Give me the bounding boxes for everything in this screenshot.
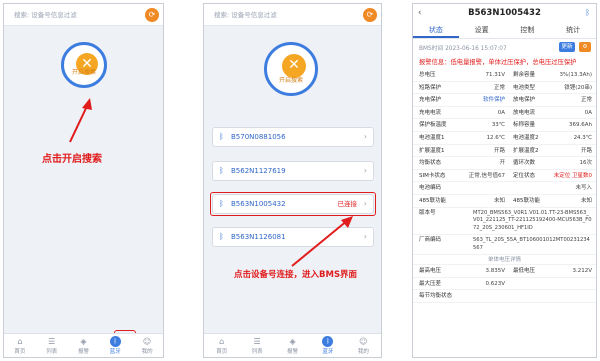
table-row: 485联功能 未知 485联功能 未知 [413, 195, 596, 208]
table-row: 电池温度1 12.6℃ 电池温度2 24.3℃ [413, 132, 596, 145]
tab-settings[interactable]: 设置 [459, 22, 505, 38]
bluetooth-icon: ᛒ [322, 336, 334, 347]
table-row: SIM卡状态 正常,信号值67 定位状态 未定位 卫星数0 [413, 170, 596, 183]
section-title: 单体电压详情 [413, 255, 596, 266]
tab-bluetooth[interactable]: ᛒ 蓝牙 [310, 334, 345, 357]
scan-label: 开启搜索 [278, 77, 303, 84]
list-icon: ☰ [48, 337, 56, 346]
table-row: 总电压 71.31V 剩余容量 3%(13.3Ah) [413, 69, 596, 82]
tab-home[interactable]: ⌂ 首页 [204, 334, 239, 357]
tab-stats[interactable]: 统计 [550, 22, 596, 38]
user-icon: ☺ [359, 337, 368, 346]
table-row: 每节均衡状态 [413, 290, 596, 303]
search-input[interactable]: 搜索: 设备号信息过滤 [208, 9, 358, 21]
phone-bms-status: ‹ B563N1005432 ᛒ 状态 设置 控制 统计 BMS时间 2023-… [412, 3, 597, 358]
start-scan-button[interactable]: ✕ 开启搜索 [61, 42, 107, 88]
back-icon[interactable]: ‹ [418, 4, 421, 22]
tab-mine[interactable]: ☺ 我的 [131, 334, 163, 357]
search-input[interactable]: 搜索: 设备号信息过滤 [8, 9, 133, 21]
table-row: 均衡状态开循环次数 16次 [413, 157, 596, 170]
bottom-tabbar: ⌂ 首页 ☰ 列表 ◈ 报警 ᛒ 蓝牙 ☺ 我的 [4, 333, 163, 357]
tab-status[interactable]: 状态 [413, 22, 459, 38]
list-icon: ☰ [253, 337, 261, 346]
bms-time: BMS时间 2023-06-16 15:07:07 [419, 46, 507, 52]
instruction-note-1: 点击开启搜索 [42, 154, 102, 165]
home-icon: ⌂ [17, 337, 23, 346]
table-row: 最高电压 3.835V 最低电压 3.212V [413, 265, 596, 278]
start-scan-button[interactable]: ✕ 开启搜索 [264, 42, 318, 96]
bluetooth-icon: ᛒ [219, 132, 224, 141]
update-button[interactable]: 更新 [559, 42, 575, 52]
phone-search-screen: 搜索: 设备号信息过滤 ⟳ ✕ 开启搜索 点击开启搜索 ⌂ 首页 ☰ 列表 ◈ 报警 … [3, 3, 164, 358]
bottom-tabbar: ⌂ 首页 ☰ 列表 ◈ 报警 ᛒ 蓝牙 ☺ 我的 [204, 333, 381, 357]
chevron-right-icon: › [363, 232, 367, 241]
scan-label: 开启搜索 [71, 69, 96, 76]
alarm-icon: ◈ [289, 337, 296, 346]
alarm-info: 报警信息：低电量报警，单体过压保护，总电压过压保护 [419, 59, 577, 66]
vendor-row: 厂商编码 563_TL_20S_55A_BT106001012MT00231234… [413, 235, 596, 256]
alarm-icon: ◈ [80, 337, 87, 346]
tab-alarm[interactable]: ◈ 报警 [275, 334, 310, 357]
version-row: 版本号 MT20_BMS563_V0R1.V01.01.TT-23-BMS563_… [413, 208, 596, 236]
bluetooth-icon: ᛒ [219, 166, 224, 175]
tab-list[interactable]: ☰ 列表 [36, 334, 68, 357]
tab-control[interactable]: 控制 [505, 22, 551, 38]
table-row: 最大压差 0.623V [413, 278, 596, 291]
refresh-icon[interactable]: ⟳ [145, 8, 159, 22]
refresh-icon[interactable]: ⟳ [363, 8, 377, 22]
table-row: 电池编码 未写入 [413, 182, 596, 195]
chevron-right-icon: › [363, 132, 367, 141]
bms-tabs: 状态 设置 控制 统计 [413, 22, 596, 39]
tutorial-composite: 搜索: 设备号信息过滤 ⟳ ✕ 开启搜索 点击开启搜索 ⌂ 首页 ☰ 列表 ◈ 报警 … [0, 0, 600, 361]
home-icon: ⌂ [219, 337, 225, 346]
table-row: 充电电流 0A 放电电流 0A [413, 107, 596, 120]
instruction-note-2: 点击设备号连接，进入BMS界面 [234, 270, 358, 280]
bms-header: ‹ B563N1005432 ᛒ [413, 4, 596, 22]
tab-alarm[interactable]: ◈ 报警 [68, 334, 100, 357]
chevron-right-icon: › [363, 166, 367, 175]
tab-mine[interactable]: ☺ 我的 [346, 334, 381, 357]
bluetooth-icon[interactable]: ᛒ [585, 4, 590, 22]
phone-device-list: 搜索: 设备号信息过滤 ⟳ ✕ 开启搜索 ᛒ B570N0881056 › ᛒ B56… [203, 3, 382, 358]
table-row: 扩展温度1 开路 扩展温度2 开路 [413, 145, 596, 158]
status-table: 总电压 71.31V 剩余容量 3%(13.3Ah) 短路保护 正常 电池类型 铁锂(20串… [413, 69, 596, 303]
bluetooth-icon: ᛒ [109, 336, 121, 347]
device-item[interactable]: ᛒ B570N0881056 › [212, 127, 374, 147]
tab-home[interactable]: ⌂ 首页 [4, 334, 36, 357]
page-title: B563N1005432 [468, 8, 541, 18]
bluetooth-icon: ᛒ [219, 232, 224, 241]
table-row: 充电保护 软件保护 放电保护 正常 [413, 94, 596, 107]
tab-bluetooth[interactable]: ᛒ 蓝牙 [99, 334, 131, 357]
device-item[interactable]: ᛒ B562N1127619 › [212, 161, 374, 181]
arrow-icon [291, 216, 353, 267]
table-row: 短路保护 正常 电池类型 铁锂(20串) [413, 82, 596, 95]
arrow-icon [69, 98, 92, 143]
user-icon: ☺ [142, 337, 152, 346]
search-bar: 搜索: 设备号信息过滤 ⟳ [4, 4, 163, 26]
search-bar: 搜索: 设备号信息过滤 ⟳ [204, 4, 381, 26]
table-row: 保护板温度 33℃ 标称容量 369.6Ah [413, 119, 596, 132]
tab-list[interactable]: ☰ 列表 [239, 334, 274, 357]
gear-icon[interactable]: ⚙ [579, 42, 591, 52]
